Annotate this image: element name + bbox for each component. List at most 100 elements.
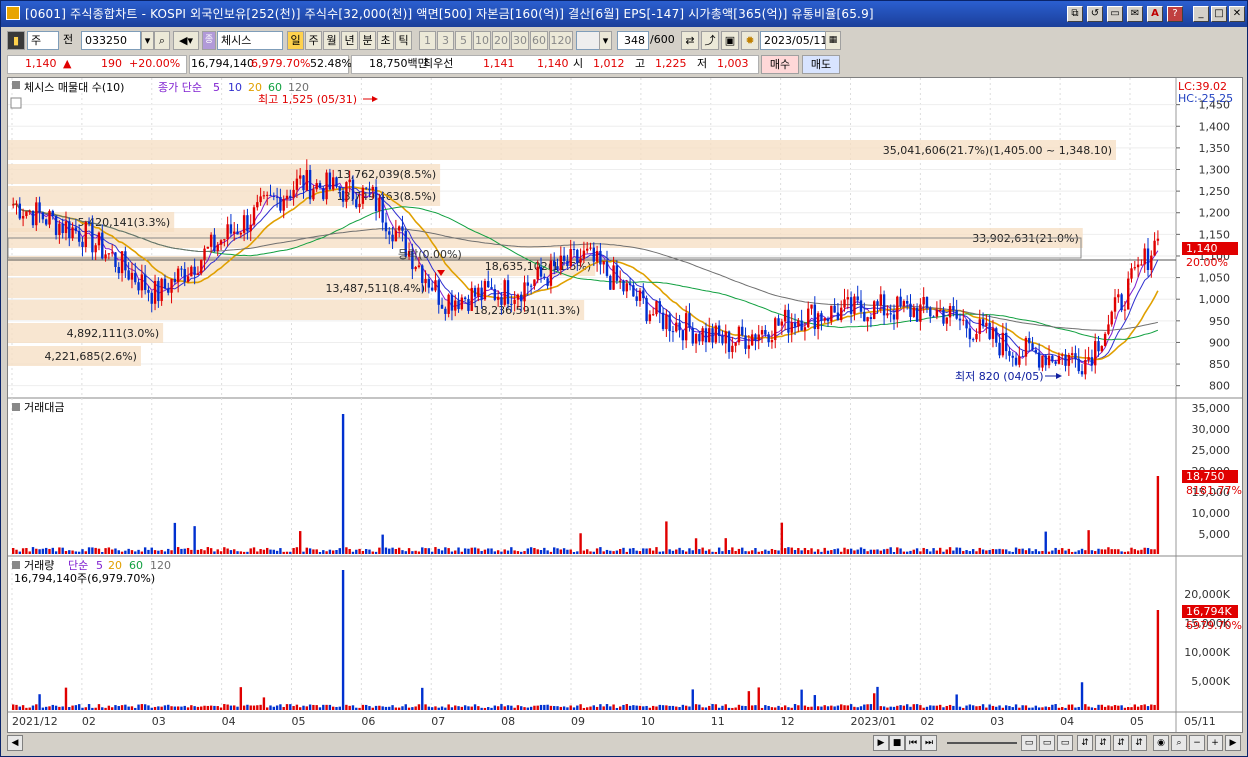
candle-body [358, 203, 361, 208]
value-bar [965, 550, 968, 554]
code-input[interactable]: 033250 [81, 31, 141, 50]
interval-1[interactable]: 1 [419, 31, 436, 50]
period-second[interactable]: 초 [377, 31, 394, 50]
play-icon[interactable]: ▶ [873, 735, 889, 751]
volume-bar [760, 707, 764, 710]
value-bar [1047, 551, 1051, 554]
tool-icon-7[interactable]: ⇵ [1131, 735, 1147, 751]
help-icon[interactable]: ? [1167, 6, 1183, 22]
value-bar [480, 551, 483, 554]
volume-bar [1064, 707, 1067, 710]
calendar-icon[interactable]: ▦ [825, 31, 841, 50]
period-year[interactable]: 년 [341, 31, 358, 50]
zoom-in-icon[interactable]: + [1207, 735, 1223, 751]
candle-body [968, 328, 972, 340]
minimize-button[interactable]: _ [1193, 6, 1209, 22]
interval-10[interactable]: 10 [473, 31, 491, 50]
value-bar [239, 551, 243, 554]
lock-icon[interactable]: ▮ [7, 31, 25, 50]
volume-ma-60: 60 [129, 559, 143, 572]
zoom-slider[interactable] [947, 742, 1017, 744]
period-week[interactable]: 주 [305, 31, 322, 50]
grid-toggle-icon[interactable] [10, 97, 22, 109]
value-bar [374, 551, 378, 554]
stop-icon[interactable]: ■ [889, 735, 905, 751]
value-bar [91, 547, 94, 554]
search-icon[interactable]: ⌕ [154, 31, 170, 50]
tool-icon-2[interactable]: ▭ [1039, 735, 1055, 751]
zoom-out-icon[interactable]: − [1189, 735, 1205, 751]
value-bar [160, 549, 163, 554]
stock-name[interactable]: 체시스 [217, 31, 283, 50]
maximize-button[interactable]: □ [1211, 6, 1227, 22]
tool-icon-6[interactable]: ⇵ [1113, 735, 1129, 751]
volume-bar [975, 706, 978, 710]
chart-tool-icon[interactable]: ⤴ [701, 31, 719, 50]
tool-icon-4[interactable]: ⇵ [1077, 735, 1093, 751]
tool-icon-3[interactable]: ▭ [1057, 735, 1073, 751]
date-input[interactable]: 2023/05/11 [760, 31, 828, 50]
candle-body [873, 301, 876, 320]
code-dropdown-icon[interactable]: ▾ [141, 31, 154, 50]
interval-dropdown-icon[interactable]: ▾ [599, 31, 612, 50]
cascade-icon[interactable]: ⧉ [1067, 6, 1083, 22]
bottom-scrollbar[interactable]: ◀ ▶ ■ ⏮ ⏭ ▭ ▭ ▭ ⇵ ⇵ ⇵ ⇵ ◉ ⌕ − + ▶ [7, 734, 1243, 752]
value-bar [671, 550, 675, 554]
tool-icon-1[interactable]: ▭ [1021, 735, 1037, 751]
scroll-right-icon[interactable]: ▶ [1225, 735, 1241, 751]
interval-60[interactable]: 60 [530, 31, 548, 50]
volume-bar [236, 706, 239, 710]
mail-icon[interactable]: ✉ [1127, 6, 1143, 22]
volume-bar [394, 707, 398, 710]
volume-bar [985, 707, 988, 710]
title-bar[interactable]: [0601] 주식종합차트 - KOSPI 외국인보유[252(천)] 주식수[… [1, 1, 1247, 27]
interval-20[interactable]: 20 [492, 31, 510, 50]
save-icon[interactable]: ▣ [721, 31, 739, 50]
scroll-left-icon[interactable]: ◀ [7, 735, 23, 751]
close-button[interactable]: ✕ [1229, 6, 1245, 22]
chart-svg[interactable]: 35,041,606(21.7%)(1,405.00 ~ 1,348.10) 13… [8, 78, 1242, 732]
value-bar [849, 548, 853, 554]
quote-change: 190 [101, 57, 122, 70]
candle-body [1051, 355, 1054, 362]
interval-5[interactable]: 5 [455, 31, 472, 50]
last-icon[interactable]: ⏭ [921, 735, 937, 751]
low-annotation: 최저 820 (04/05) [955, 370, 1044, 383]
volume-bar [905, 704, 909, 710]
candle-body [470, 287, 473, 311]
value-bar [81, 549, 84, 554]
volume-bar [28, 707, 31, 710]
panel-handle-icon[interactable] [12, 81, 20, 89]
speaker-icon[interactable]: ◀▾ [173, 31, 199, 50]
chart-area[interactable]: 35,041,606(21.7%)(1,405.00 ~ 1,348.10) 13… [7, 77, 1243, 733]
volume-bar [38, 694, 41, 710]
mode-select[interactable]: 주 [27, 31, 59, 50]
value-bar [12, 548, 15, 554]
buy-button[interactable]: 매수 [761, 55, 799, 74]
value-bar [414, 550, 417, 554]
period-month[interactable]: 월 [323, 31, 340, 50]
value-bar [1018, 548, 1021, 554]
value-bar [655, 547, 658, 554]
first-icon[interactable]: ⏮ [905, 735, 921, 751]
interval-120[interactable]: 120 [549, 31, 573, 50]
period-tick[interactable]: 틱 [395, 31, 412, 50]
period-day[interactable]: 일 [287, 31, 304, 50]
tool-icon-5[interactable]: ⇵ [1095, 735, 1111, 751]
interval-3[interactable]: 3 [437, 31, 454, 50]
refresh-icon[interactable]: ↺ [1087, 6, 1103, 22]
volume-bar [170, 706, 173, 710]
interval-30[interactable]: 30 [511, 31, 529, 50]
volume-panel-handle-icon[interactable] [12, 561, 20, 569]
tool-icon-8[interactable]: ◉ [1153, 735, 1169, 751]
sell-button[interactable]: 매도 [802, 55, 840, 74]
settings-icon[interactable]: ✹ [741, 31, 759, 50]
period-minute[interactable]: 분 [359, 31, 376, 50]
value-panel-handle-icon[interactable] [12, 403, 20, 411]
zoom-icon[interactable]: ⌕ [1171, 735, 1187, 751]
cursor-icon[interactable]: ⇄ [681, 31, 699, 50]
font-icon[interactable]: A [1147, 6, 1163, 22]
count-input[interactable]: 348 [617, 31, 649, 50]
volume-bar [635, 705, 638, 710]
window-icon[interactable]: ▭ [1107, 6, 1123, 22]
